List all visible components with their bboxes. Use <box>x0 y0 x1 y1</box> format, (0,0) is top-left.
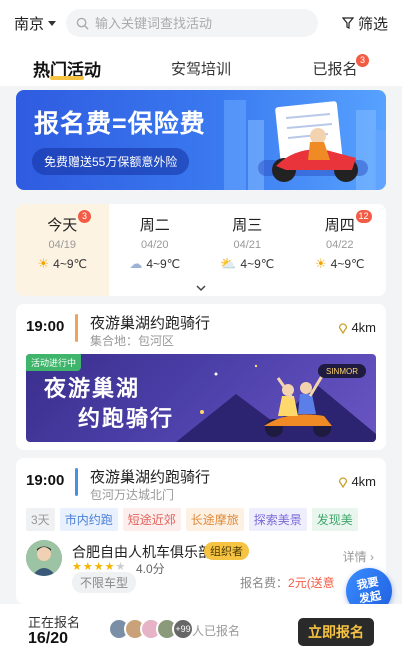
day-temp: 4~9℃ <box>53 257 87 271</box>
insurance-banner[interactable]: 报名费=保险费 免费赠送55万保额意外险 <box>16 90 386 190</box>
event-time: 19:00 <box>26 318 65 335</box>
detail-label: 详情 <box>342 550 367 564</box>
participant-avatars[interactable]: +99 <box>108 618 194 640</box>
tab-driving-training[interactable]: 安驾培训 <box>134 46 268 86</box>
tag-explore: 探索美景 <box>248 508 307 531</box>
day-weather: ☁ 4~9℃ <box>109 256 202 272</box>
city-selector[interactable]: 南京 <box>14 13 57 34</box>
sun-icon: ☀ <box>315 256 327 271</box>
chevron-right-icon: › <box>370 550 374 564</box>
day-today[interactable]: 今天 04/19 ☀ 4~9℃ 3 <box>16 204 109 296</box>
poster-title-line1: 夜游巢湖 <box>44 376 141 401</box>
filter-icon <box>341 17 354 29</box>
event-poster[interactable]: SINMOR 活动进行中 夜游巢湖 约跑骑行 <box>26 354 376 442</box>
day-weather: ☀ 4~9℃ <box>16 256 109 272</box>
organizer-badge: 组织者 <box>204 542 249 560</box>
detail-link[interactable]: 详情 › <box>343 548 374 565</box>
day-weather: ☀ 4~9℃ <box>294 256 387 272</box>
organizer-name: 合肥自由人机车俱乐部 <box>72 544 212 560</box>
distance-value: 4km <box>351 320 376 335</box>
search-input[interactable] <box>95 15 296 31</box>
car-type-tag: 不限车型 <box>72 572 137 593</box>
event-accent-bar <box>75 314 78 342</box>
tag-city-run: 市内约跑 <box>59 508 118 531</box>
event-location: 包河万达城北门 <box>90 488 175 502</box>
day-badge: 3 <box>78 210 91 223</box>
tag-long-trip: 长途摩旅 <box>185 508 244 531</box>
search-box[interactable] <box>66 9 319 37</box>
event-distance: 4km <box>338 474 376 489</box>
more-participants-badge: +99 <box>172 618 194 640</box>
day-wed[interactable]: 周三 04/21 ⛅ 4~9℃ <box>201 204 294 296</box>
fee-value: 2元(送意 <box>288 576 335 590</box>
banner-title: 报名费=保险费 <box>34 110 206 138</box>
location-pin-icon <box>339 322 348 334</box>
day-name: 周四 <box>324 217 355 234</box>
partly-cloudy-icon: ⛅ <box>220 256 237 271</box>
distance-value: 4km <box>351 474 376 489</box>
active-tab-indicator <box>50 76 84 80</box>
tab-bar: 热门活动 安驾培训 已报名 3 <box>0 46 402 86</box>
day-date: 04/21 <box>233 239 262 251</box>
event-header: 19:00 夜游巢湖约跑骑行 集合地：包河区 4km <box>16 304 386 348</box>
day-thu[interactable]: 周四 04/22 ☀ 4~9℃ 12 <box>294 204 387 296</box>
location-pin-icon <box>339 476 348 488</box>
signup-bar: 正在报名 16/20 +99 人已报名 立即报名 <box>0 604 402 660</box>
tag-discover: 发现美 <box>311 508 358 531</box>
tab-label: 安驾培训 <box>170 61 231 78</box>
tab-label: 已报名 <box>312 61 358 78</box>
day-name: 今天 <box>47 217 78 234</box>
tag-duration: 3天 <box>26 508 55 531</box>
day-date: 04/22 <box>325 239 354 251</box>
day-temp: 4~9℃ <box>146 257 181 271</box>
day-date: 04/19 <box>48 239 77 251</box>
event-location: 集合地：包河区 <box>90 334 175 348</box>
registered-count-badge: 3 <box>356 54 369 67</box>
banner-illustration <box>224 100 386 190</box>
day-badge: 12 <box>355 210 372 223</box>
cloud-icon: ☁ <box>129 256 143 271</box>
tag-short-trip: 短途近郊 <box>122 508 181 531</box>
event-header: 19:00 夜游巢湖约跑骑行 包河万达城北门 4km <box>16 458 386 502</box>
sun-icon: ☀ <box>37 256 50 271</box>
chevron-down-icon[interactable] <box>195 284 207 292</box>
event-accent-bar <box>75 468 78 496</box>
event-card[interactable]: 19:00 夜游巢湖约跑骑行 集合地：包河区 4km SINMOR 活动进行中 … <box>16 304 386 450</box>
signup-button[interactable]: 立即报名 <box>298 618 374 646</box>
event-tags: 3天 市内约跑 短途近郊 长途摩旅 探索美景 发现美 <box>26 508 363 531</box>
fee-label: 报名费： <box>240 576 289 590</box>
city-name: 南京 <box>14 15 45 33</box>
day-name: 周二 <box>139 217 170 234</box>
day-date: 04/20 <box>140 239 169 251</box>
day-name: 周三 <box>232 217 263 234</box>
day-weather: ⛅ 4~9℃ <box>201 256 294 272</box>
day-temp: 4~9℃ <box>330 257 365 271</box>
week-selector: 今天 04/19 ☀ 4~9℃ 3 周二 04/20 ☁ 4~9℃ 周三 04/… <box>16 204 386 296</box>
fee-info: 报名费：2元(送意 <box>240 574 335 591</box>
day-temp: 4~9℃ <box>240 257 275 271</box>
signup-status-label: 正在报名 <box>28 615 81 630</box>
poster-title-line2: 约跑骑行 <box>78 406 175 431</box>
banner-subtitle: 免费赠送55万保额意外险 <box>32 148 190 175</box>
tab-registered[interactable]: 已报名 3 <box>268 46 402 86</box>
caret-down-icon <box>48 20 57 26</box>
top-bar: 南京 筛选 <box>0 0 402 46</box>
signup-count: 16/20 <box>28 630 69 647</box>
day-tue[interactable]: 周二 04/20 ☁ 4~9℃ <box>109 204 202 296</box>
rating-value: 4.0分 <box>136 562 165 576</box>
joined-label: 人已报名 <box>192 624 241 638</box>
avatar-image <box>26 540 62 576</box>
organizer-avatar <box>26 540 62 576</box>
filter-button[interactable]: 筛选 <box>341 13 388 34</box>
event-distance: 4km <box>338 320 376 335</box>
filter-label: 筛选 <box>357 15 388 33</box>
activity-status-badge: 活动进行中 <box>26 354 82 371</box>
event-title: 夜游巢湖约跑骑行 <box>90 315 211 332</box>
poster-title: 夜游巢湖 约跑骑行 <box>44 374 174 434</box>
svg-text:SINMOR: SINMOR <box>326 367 358 376</box>
tab-hot-activities[interactable]: 热门活动 <box>0 46 134 86</box>
event-time: 19:00 <box>26 472 65 489</box>
search-icon <box>76 17 89 30</box>
event-title: 夜游巢湖约跑骑行 <box>90 469 211 486</box>
